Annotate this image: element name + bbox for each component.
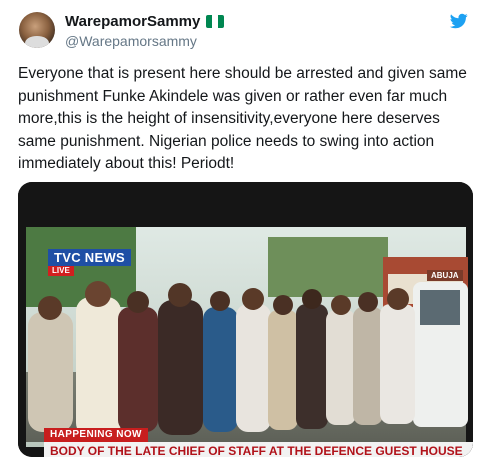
tweet-card: WarepamorSammy @Warepamorsammy Everyone … xyxy=(0,0,489,461)
news-headline: BODY OF THE LATE CHIEF OF STAFF AT THE D… xyxy=(44,442,473,457)
handle[interactable]: @Warepamorsammy xyxy=(65,33,197,49)
tv-screen-photo xyxy=(18,182,473,457)
display-name[interactable]: WarepamorSammy xyxy=(65,13,200,30)
tweet-text: Everyone that is present here should be … xyxy=(18,65,467,172)
location-sign: ABUJA xyxy=(427,270,463,281)
twitter-bird-icon[interactable] xyxy=(449,12,469,30)
happening-now-banner: HAPPENING NOW xyxy=(44,428,148,442)
avatar[interactable] xyxy=(19,12,55,48)
live-badge: LIVE xyxy=(48,266,74,276)
author-row: WarepamorSammy xyxy=(65,13,225,30)
tweet-media-photo[interactable]: TVC NEWS LIVE ABUJA HAPPENING NOW BODY O… xyxy=(18,182,473,457)
nigeria-flag-icon xyxy=(206,15,225,28)
channel-logo: TVC NEWS xyxy=(48,249,132,266)
